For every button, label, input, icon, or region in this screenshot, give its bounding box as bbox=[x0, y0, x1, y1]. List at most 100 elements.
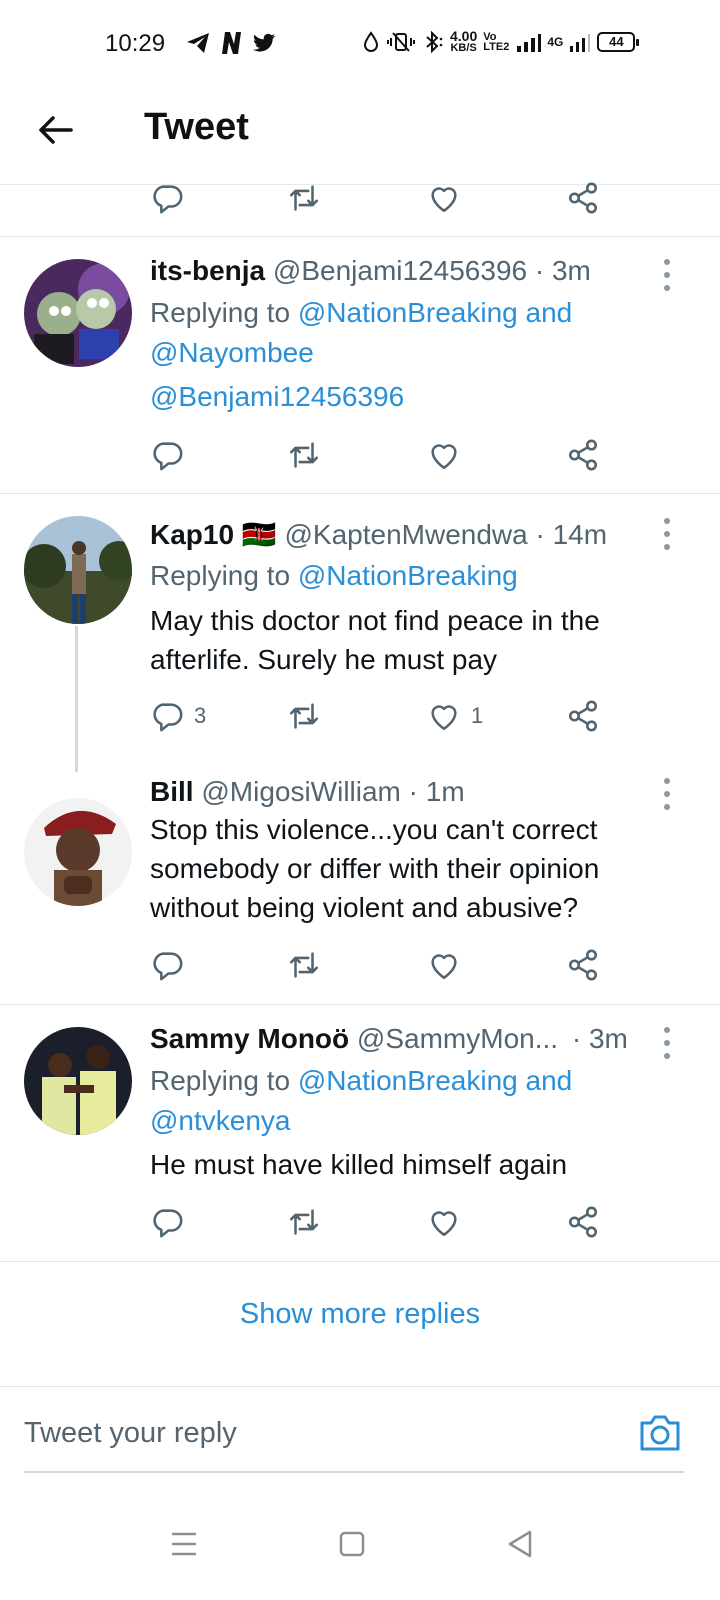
mention-link[interactable]: @NationBreaking and bbox=[298, 1065, 572, 1096]
heart-icon bbox=[431, 187, 457, 213]
reply-button[interactable]: 3 bbox=[150, 694, 206, 738]
more-options-icon[interactable] bbox=[660, 259, 674, 291]
avatar-image bbox=[24, 259, 132, 367]
retweet-button[interactable] bbox=[287, 433, 321, 477]
news-app-icon bbox=[222, 32, 241, 54]
avatar[interactable] bbox=[24, 1027, 132, 1135]
tweet-text: @Benjami12456396 bbox=[150, 377, 670, 416]
avatar[interactable] bbox=[24, 259, 132, 367]
avatar[interactable] bbox=[24, 798, 132, 906]
flag-icon: 🇰🇪 bbox=[241, 519, 277, 550]
share-button[interactable] bbox=[566, 433, 600, 477]
status-bar: 10:29 4.00 KB/S Vo LTE2 4G 44 bbox=[0, 0, 720, 90]
more-options-icon[interactable] bbox=[660, 1027, 674, 1059]
reply-icon bbox=[153, 442, 183, 471]
heart-icon bbox=[431, 705, 457, 731]
heart-icon bbox=[431, 1211, 457, 1237]
like-button[interactable] bbox=[427, 176, 461, 220]
data-saver-icon bbox=[363, 31, 379, 52]
reply-button[interactable] bbox=[150, 433, 194, 477]
tweet-actions: 3 1 bbox=[150, 694, 620, 738]
avatar[interactable] bbox=[24, 516, 132, 624]
status-time: 10:29 bbox=[105, 30, 166, 57]
page-title: Tweet bbox=[144, 106, 249, 148]
mention-link[interactable]: @NationBreaking bbox=[298, 560, 518, 591]
reply-icon bbox=[153, 185, 183, 214]
reply-button[interactable] bbox=[150, 943, 194, 987]
handle[interactable]: @MigosiWilliam bbox=[201, 776, 401, 807]
like-button[interactable] bbox=[427, 943, 471, 987]
reply-input[interactable]: Tweet your reply bbox=[24, 1417, 237, 1450]
retweet-button[interactable] bbox=[287, 1200, 321, 1244]
retweet-icon bbox=[289, 952, 319, 978]
input-underline bbox=[24, 1471, 684, 1473]
like-button[interactable]: 1 bbox=[427, 694, 483, 738]
mention-link[interactable]: @NationBreaking and bbox=[298, 297, 572, 328]
share-icon bbox=[568, 700, 598, 732]
share-icon bbox=[568, 439, 598, 471]
share-button[interactable] bbox=[566, 176, 600, 220]
reply-button[interactable] bbox=[150, 176, 184, 220]
display-name[interactable]: its-benja bbox=[150, 255, 265, 286]
avatar-image bbox=[24, 516, 132, 624]
tweet-item[interactable]: its-benja @Benjami12456396 · 3m Replying… bbox=[0, 237, 720, 493]
network-type: 4G bbox=[547, 35, 564, 49]
reply-icon bbox=[153, 1209, 183, 1238]
mention-link[interactable]: @ntvkenya bbox=[150, 1105, 291, 1136]
retweet-button[interactable] bbox=[287, 694, 321, 738]
mention-link[interactable]: @Benjami12456396 bbox=[150, 381, 404, 412]
replying-to: Replying to @NationBreaking and @Nayombe… bbox=[150, 297, 573, 368]
more-options-icon[interactable] bbox=[660, 518, 674, 550]
like-button[interactable] bbox=[427, 433, 471, 477]
reply-count: 3 bbox=[194, 703, 207, 728]
heart-icon bbox=[431, 444, 457, 470]
share-button[interactable] bbox=[566, 943, 600, 987]
retweet-icon bbox=[289, 703, 319, 729]
display-name[interactable]: Sammy Monoö bbox=[150, 1023, 349, 1054]
mention-link[interactable]: @Nayombee bbox=[150, 337, 314, 368]
share-button[interactable] bbox=[566, 1200, 600, 1244]
menu-icon[interactable] bbox=[164, 1524, 204, 1564]
handle[interactable]: @KaptenMwendwa bbox=[284, 519, 527, 550]
share-button[interactable] bbox=[566, 694, 600, 738]
signal-icon bbox=[517, 34, 542, 52]
like-count: 1 bbox=[471, 703, 484, 728]
back-triangle-icon[interactable] bbox=[500, 1524, 540, 1564]
share-icon bbox=[568, 949, 598, 981]
camera-icon[interactable] bbox=[638, 1413, 682, 1453]
back-arrow-icon[interactable] bbox=[35, 110, 75, 150]
show-more-replies-button[interactable]: Show more replies bbox=[0, 1298, 720, 1331]
avatar-image bbox=[24, 1027, 132, 1135]
battery-icon: 44 bbox=[597, 32, 640, 52]
header: Tweet bbox=[0, 90, 720, 185]
avatar-image bbox=[24, 798, 132, 906]
home-icon[interactable] bbox=[332, 1524, 372, 1564]
retweet-button[interactable] bbox=[287, 943, 321, 987]
timestamp: · 1m bbox=[408, 776, 465, 807]
retweet-icon bbox=[289, 1209, 319, 1235]
timestamp: · 3m bbox=[571, 1023, 628, 1054]
tweet-item[interactable]: Bill @MigosiWilliam · 1m Stop this viole… bbox=[0, 776, 720, 1004]
tweet-text: Stop this violence...you can't correct s… bbox=[150, 814, 600, 923]
reply-composer: Tweet your reply bbox=[0, 1386, 720, 1486]
reply-button[interactable] bbox=[150, 1200, 194, 1244]
timestamp: · 14m bbox=[535, 519, 608, 550]
tweet-item[interactable]: Sammy Monoö @SammyMon... · 3m Replying t… bbox=[0, 1005, 720, 1261]
handle[interactable]: @SammyMon... bbox=[357, 1023, 558, 1054]
display-name[interactable]: Bill bbox=[150, 776, 194, 807]
display-name[interactable]: Kap10 bbox=[150, 519, 234, 550]
timestamp: · 3m bbox=[534, 255, 591, 286]
twitter-bird-icon bbox=[253, 33, 275, 52]
retweet-button[interactable] bbox=[287, 176, 321, 220]
tweet-actions bbox=[150, 1200, 620, 1244]
tweet-item[interactable]: Kap10 🇰🇪 @KaptenMwendwa · 14m Replying t… bbox=[0, 494, 720, 772]
bluetooth-icon bbox=[426, 31, 443, 53]
replying-to: Replying to @NationBreaking bbox=[150, 560, 518, 591]
volte-indicator: Vo LTE2 bbox=[483, 31, 510, 53]
like-button[interactable] bbox=[427, 1200, 471, 1244]
divider bbox=[0, 1261, 720, 1262]
more-options-icon[interactable] bbox=[660, 778, 674, 810]
net-speed: 4.00 KB/S bbox=[450, 28, 478, 54]
handle[interactable]: @Benjami12456396 bbox=[273, 255, 527, 286]
tweet-actions bbox=[150, 433, 620, 477]
